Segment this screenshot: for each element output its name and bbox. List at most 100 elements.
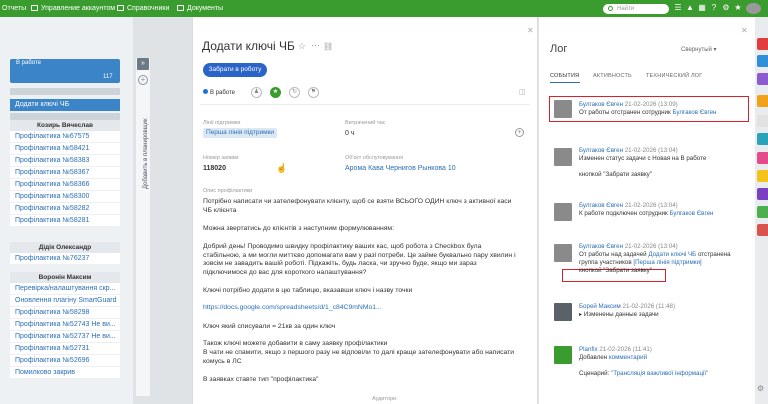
assignee-group: Дідік Олександр Профілактика №76237 <box>10 242 120 265</box>
list-item[interactable]: Профілактика №52731 <box>10 343 120 355</box>
log-link[interactable]: комментарий <box>609 354 647 361</box>
rail-green-icon[interactable] <box>757 206 768 218</box>
star-icon[interactable]: ☆ <box>298 41 306 52</box>
rail-purple-icon[interactable] <box>757 73 768 85</box>
more-icon[interactable]: ⋯ <box>311 40 320 51</box>
chevron-right-icon[interactable]: » <box>137 58 149 70</box>
flag-icon[interactable]: ⚑ <box>308 87 319 98</box>
refresh-icon[interactable]: ↻ <box>289 87 300 98</box>
list-item[interactable]: Профілактика №52743 Не ви... <box>10 319 120 331</box>
log-time: 21-02-2026 (11:41) <box>599 346 652 353</box>
log-entry: Борей Максим 21-02-2026 (11:48) ▸ Измене… <box>579 303 749 319</box>
account-icon <box>31 5 38 11</box>
description-paragraph: Потрібно написати чи зателефонувати кліє… <box>203 198 512 214</box>
request-number-value: 118020 <box>203 165 226 172</box>
rail-yellow-icon[interactable] <box>757 170 768 182</box>
dragged-task-card[interactable]: Додати ключі ЧБ <box>10 99 120 111</box>
avatar[interactable] <box>746 3 761 14</box>
link-icon[interactable]: ⛓ <box>323 42 333 51</box>
group-title: Козирь Вячеслав <box>10 120 120 131</box>
list-item[interactable]: Профілактика №52737 Не ви... <box>10 331 120 343</box>
search-input[interactable]: Найти <box>603 4 669 14</box>
service-object-link[interactable]: Арома Кава Чернигов Рынкова 10 <box>345 165 456 172</box>
avatar <box>554 100 572 118</box>
toggle-icon[interactable]: ◫ <box>519 88 526 96</box>
log-text: От работы отстранен сотрудник <box>579 109 671 116</box>
group-title: Воронін Максим <box>10 272 120 283</box>
log-link[interactable]: Булгаков Євген <box>672 109 716 116</box>
rail-blue-icon[interactable] <box>757 55 768 67</box>
planner-label[interactable]: Добавить в планировщик <box>143 117 149 189</box>
list-item[interactable]: Профілактика №58367 <box>10 167 120 179</box>
list-item[interactable]: Оновлення плагіну SmartGuard <box>10 295 120 307</box>
add-icon[interactable]: + <box>138 75 148 85</box>
rail-teal-icon[interactable] <box>757 133 768 145</box>
help-icon[interactable]: ? <box>709 3 719 13</box>
log-entry: Булгаков Євген 21-02-2026 (13:04) К рабо… <box>579 202 749 218</box>
nav-reports[interactable]: Отчеты <box>2 0 26 17</box>
log-link[interactable]: [Перша лінія підтримки] <box>633 259 701 266</box>
gear-icon[interactable]: ⚙ <box>757 384 764 393</box>
log-author[interactable]: Planfix <box>579 346 598 353</box>
log-author[interactable]: Булгаков Євген <box>579 243 623 250</box>
settings-icon[interactable]: ⚙ <box>721 3 731 13</box>
notifications-icon[interactable]: ▲ <box>685 3 695 13</box>
grid-icon[interactable]: ▦ <box>697 3 707 13</box>
list-item[interactable]: Профілактика №52696 <box>10 355 120 367</box>
list-item[interactable]: Профілактика №76237 <box>10 253 120 265</box>
list-item[interactable]: Профілактика №58298 <box>10 307 120 319</box>
rail-pink-icon[interactable] <box>757 152 768 164</box>
list-item[interactable]: Перевірка/налаштування скр... <box>10 283 120 295</box>
description-label: Опис профілактики <box>203 188 253 194</box>
rail-violet-icon[interactable] <box>757 188 768 200</box>
log-link[interactable]: "Трансляція важливої інформації" <box>611 370 708 377</box>
rail-orange-icon[interactable] <box>757 95 768 107</box>
close-log-icon[interactable]: ✕ <box>741 26 748 35</box>
tab-events[interactable]: СОБЫТИЯ <box>550 73 579 79</box>
list-item[interactable]: Профілактика №58366 <box>10 179 120 191</box>
list-item[interactable]: Профілактика №58421 <box>10 143 120 155</box>
list-item[interactable]: Профілактика №58300 <box>10 191 120 203</box>
rail-red-icon[interactable] <box>757 38 768 50</box>
log-author[interactable]: Булгаков Євген <box>579 101 623 108</box>
star-active-icon[interactable]: ★ <box>270 87 281 98</box>
tab-activity[interactable]: АКТИВНОСТЬ <box>593 73 632 79</box>
log-view-select[interactable]: Свернутый ▾ <box>681 46 717 53</box>
close-icon[interactable]: ✕ <box>527 26 534 35</box>
nav-account[interactable]: Управление аккаунтом <box>31 0 115 17</box>
tab-tech-log[interactable]: ТЕХНИЧЕСКИЙ ЛОГ <box>646 73 702 79</box>
menu-icon[interactable]: ☰ <box>673 3 683 13</box>
star-icon[interactable]: ★ <box>733 3 743 13</box>
support-line-label: Лінії підтримки <box>203 120 241 126</box>
description-paragraph: Добрий день! Проводимо швидку профілакти… <box>203 243 516 276</box>
status-badge[interactable]: В работе <box>203 89 235 96</box>
log-author[interactable]: Борей Максим <box>579 303 621 310</box>
list-item[interactable]: Профілактика №58282 <box>10 203 120 215</box>
nav-documents-label: Документы <box>187 5 224 12</box>
cursor-icon: ☝ <box>276 163 288 173</box>
log-text: Добавлен <box>579 354 608 361</box>
list-item[interactable]: Профілактика №58383 <box>10 155 120 167</box>
nav-directories[interactable]: Справочники <box>117 0 169 17</box>
log-link[interactable]: Додати ключі ЧБ <box>648 251 696 258</box>
log-author[interactable]: Булгаков Євген <box>579 147 623 154</box>
description-paragraph: Можна звертатись до клієнтів з наступним… <box>203 225 394 232</box>
planner-strip <box>135 57 151 397</box>
rail-clock-icon[interactable] <box>757 224 768 236</box>
nav-documents[interactable]: Документы <box>177 0 223 17</box>
log-author[interactable]: Булгаков Євген <box>579 202 623 209</box>
take-to-work-button[interactable]: Забрати в роботу <box>203 63 267 77</box>
log-link[interactable]: Булгаков Євген <box>669 210 713 217</box>
divider <box>200 104 530 105</box>
support-line-tag[interactable]: Перша лінія підтримки <box>203 128 278 138</box>
rail-doc-icon[interactable] <box>757 115 768 127</box>
nav-reports-label: Отчеты <box>2 5 27 12</box>
log-text[interactable]: ▸ Изменены данные задачи <box>579 311 659 318</box>
list-item[interactable]: Профілактика №58281 <box>10 215 120 227</box>
user-icon[interactable]: ♟ <box>251 87 262 98</box>
description-paragraph: В заявках ставте тип "профілактика" <box>203 376 319 383</box>
spreadsheet-link[interactable]: https://docs.google.com/spreadsheets/d/1… <box>203 304 518 313</box>
list-item[interactable]: Помилково закрив <box>10 367 120 379</box>
list-item[interactable]: Профілактика №67575 <box>10 131 120 143</box>
add-time-icon[interactable]: + <box>515 128 524 137</box>
